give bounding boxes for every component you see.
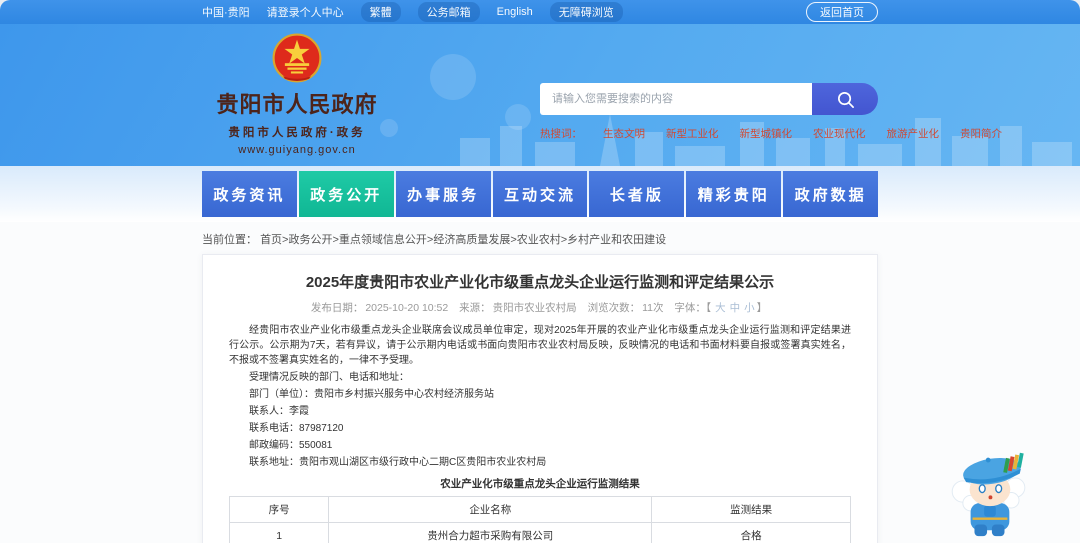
article-paragraph: 部门（单位）：贵阳市乡村振兴服务中心农村经济服务站: [249, 389, 494, 400]
article-card: 2025年度贵阳市农业产业化市级重点龙头企业运行监测和评定结果公示 发布日期： 2…: [202, 254, 878, 543]
cell-company: 贵州合力超市采购有限公司: [328, 522, 653, 543]
login-link[interactable]: 请登录个人中心: [267, 4, 344, 20]
col-header-index: 序号: [228, 496, 330, 523]
hot-search-term[interactable]: 新型城镇化: [740, 126, 793, 141]
nav-tab-jingcai-guiyang[interactable]: 精彩贵阳: [686, 171, 782, 217]
nav-tab-hudong-jiaoliu[interactable]: 互动交流: [492, 171, 588, 217]
table-row: 1 贵州合力超市采购有限公司 合格: [228, 522, 851, 543]
nav-tab-zhengwu-gongkai[interactable]: 政务公开: [298, 171, 394, 217]
region-link[interactable]: 中国·贵阳: [202, 4, 250, 20]
nav-tab-zhengfu-shuju[interactable]: 政府数据: [783, 171, 879, 217]
publish-date-label: 发布日期：: [310, 302, 364, 314]
search-area: 热搜词： 生态文明 新型工业化 新型城镇化 农业现代化 旅游产业化 贵阳简介: [540, 83, 1002, 166]
article-paragraph: 联系地址：贵阳市观山湖区市级行政中心二期C区贵阳市农业农村局: [249, 457, 547, 468]
hot-search-term[interactable]: 新型工业化: [666, 126, 719, 141]
official-mail-link[interactable]: 公务邮箱: [417, 2, 480, 22]
source-value: 贵阳市农业农村局: [492, 302, 577, 314]
font-size-medium[interactable]: 中: [730, 302, 741, 314]
table-header-row: 序号 企业名称 监测结果: [228, 496, 851, 523]
font-size-small[interactable]: 小: [744, 302, 755, 314]
article-body: 经贵阳市农业产业化市级重点龙头企业联席会议成员单位审定，现对2025年开展的农业…: [229, 323, 851, 470]
font-size-selector: 字体：【大中小】: [674, 302, 769, 314]
breadcrumb: 当前位置： 首页>政务公开>重点领域信息公开>经济高质量发展>农业农村>乡村产业…: [202, 231, 878, 247]
hot-search-row: 热搜词： 生态文明 新型工业化 新型城镇化 农业现代化 旅游产业化 贵阳简介: [540, 126, 1002, 141]
results-table-caption: 农业产业化市级重点龙头企业运行监测结果: [440, 478, 640, 490]
article-meta: 发布日期： 2025-10-20 10:52 来源： 贵阳市农业农村局 浏览次数： 1…: [229, 300, 851, 315]
hot-search-term[interactable]: 农业现代化: [813, 126, 866, 141]
guiyang-gov-page: 中国·贵阳 请登录个人中心 繁體 公务邮箱 English 无障碍浏览 返回首页: [0, 0, 1080, 543]
mascot-assistant[interactable]: [945, 447, 1033, 539]
nav-tab-banshi-fuwu[interactable]: 办事服务: [395, 171, 491, 217]
accessibility-link[interactable]: 无障碍浏览: [549, 2, 623, 22]
col-header-company: 企业名称: [328, 496, 653, 523]
nav-tab-zhangzheban[interactable]: 长者版: [589, 171, 685, 217]
source-label: 来源：: [459, 302, 491, 314]
traditional-chinese-link[interactable]: 繁體: [360, 2, 401, 22]
views-label: 浏览次数：: [587, 302, 641, 314]
search-input[interactable]: [540, 83, 812, 115]
site-subtitle: 贵阳市人民政府·政务: [228, 127, 366, 139]
site-title: 贵阳市人民政府: [216, 92, 378, 117]
article-paragraph: 受理情况反映的部门、电话和地址：: [249, 372, 409, 383]
site-logo-block[interactable]: 贵阳市人民政府 贵阳市人民政府·政务 www.guiyang.gov.cn: [202, 32, 392, 166]
publish-date-value: 2025-10-20 10:52: [365, 302, 449, 314]
top-utility-bar: 中国·贵阳 请登录个人中心 繁體 公务邮箱 English 无障碍浏览 返回首页: [0, 0, 1080, 24]
font-size-label: 字体：【: [674, 302, 712, 314]
hot-search-label: 热搜词：: [540, 128, 582, 140]
site-url: www.guiyang.gov.cn: [238, 144, 356, 156]
search-icon: [837, 91, 854, 108]
article-paragraph: 经贵阳市农业产业化市级重点龙头企业联席会议成员单位审定，现对2025年开展的农业…: [229, 325, 851, 366]
back-to-home-button[interactable]: 返回首页: [806, 2, 878, 22]
search-button[interactable]: [812, 83, 878, 115]
site-header-banner: 贵阳市人民政府 贵阳市人民政府·政务 www.guiyang.gov.cn 热搜…: [0, 24, 1080, 166]
article-paragraph: 联系电话：87987120: [249, 423, 344, 434]
breadcrumb-path[interactable]: 首页>政务公开>重点领域信息公开>经济高质量发展>农业农村>乡村产业和农田建设: [260, 234, 666, 246]
english-link[interactable]: English: [497, 6, 533, 18]
primary-nav: 政务资讯 政务公开 办事服务 互动交流 长者版 精彩贵阳 政府数据: [0, 166, 1080, 222]
cell-result: 合格: [651, 522, 851, 543]
views-value: 11次: [642, 302, 664, 314]
col-header-result: 监测结果: [651, 496, 851, 523]
font-size-large[interactable]: 大: [715, 302, 726, 314]
breadcrumb-label: 当前位置：: [202, 234, 257, 246]
hot-search-term[interactable]: 生态文明: [603, 126, 645, 141]
font-size-label-end: 】: [756, 302, 768, 314]
nav-tab-zhengwu-zixun[interactable]: 政务资讯: [202, 171, 297, 217]
hot-search-term[interactable]: 贵阳简介: [960, 126, 1002, 141]
article-paragraph: 邮政编码：550081: [249, 440, 333, 451]
national-emblem-icon: [272, 33, 322, 83]
article-title: 2025年度贵阳市农业产业化市级重点龙头企业运行监测和评定结果公示: [305, 274, 775, 291]
monitoring-results-table: 序号 企业名称 监测结果 1 贵州合力超市采购有限公司 合格 2 贵州友禾种业有…: [228, 496, 851, 543]
article-paragraph: 联系人：李霞: [249, 406, 309, 417]
cell-index: 1: [228, 522, 330, 543]
hot-search-term[interactable]: 旅游产业化: [887, 126, 940, 141]
